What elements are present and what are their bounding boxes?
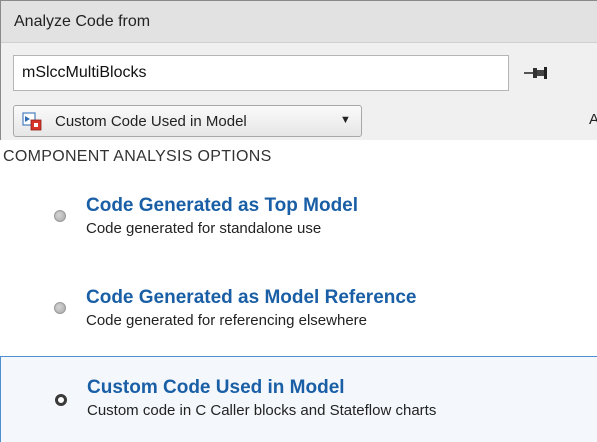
option-description: Custom code in C Caller blocks and State… (87, 402, 437, 419)
radio-button[interactable] (54, 302, 66, 314)
dropdown-selected-label: Custom Code Used in Model (55, 113, 247, 130)
option-title: Code Generated as Model Reference (86, 287, 417, 308)
option-description: Code generated for referencing elsewhere (86, 312, 368, 329)
option-title: Code Generated as Top Model (86, 195, 359, 216)
radio-button[interactable] (54, 210, 66, 222)
option-title: Custom Code Used in Model (87, 377, 345, 398)
analyze-source-panel: Analyze Code from Custom Code Used in Mo… (0, 0, 597, 140)
section-header: Analyze Code from (1, 1, 597, 43)
chevron-down-icon: ▼ (340, 114, 351, 126)
pin-icon[interactable] (522, 64, 548, 82)
options-section-title: COMPONENT ANALYSIS OPTIONS (3, 148, 272, 165)
section-header-title: Analyze Code from (14, 13, 151, 30)
option-description: Code generated for standalone use (86, 220, 322, 237)
analysis-mode-dropdown[interactable]: Custom Code Used in Model ▼ (13, 105, 362, 137)
option-custom-code[interactable]: Custom Code Used in Model Custom code in… (0, 356, 597, 442)
radio-button-selected[interactable] (55, 394, 67, 406)
option-model-reference[interactable]: Code Generated as Model Reference Code g… (0, 278, 597, 348)
custom-code-model-icon (22, 112, 42, 131)
option-top-model[interactable]: Code Generated as Top Model Code generat… (0, 188, 597, 268)
model-name-input[interactable] (13, 55, 509, 91)
clipped-label: A (589, 111, 597, 128)
